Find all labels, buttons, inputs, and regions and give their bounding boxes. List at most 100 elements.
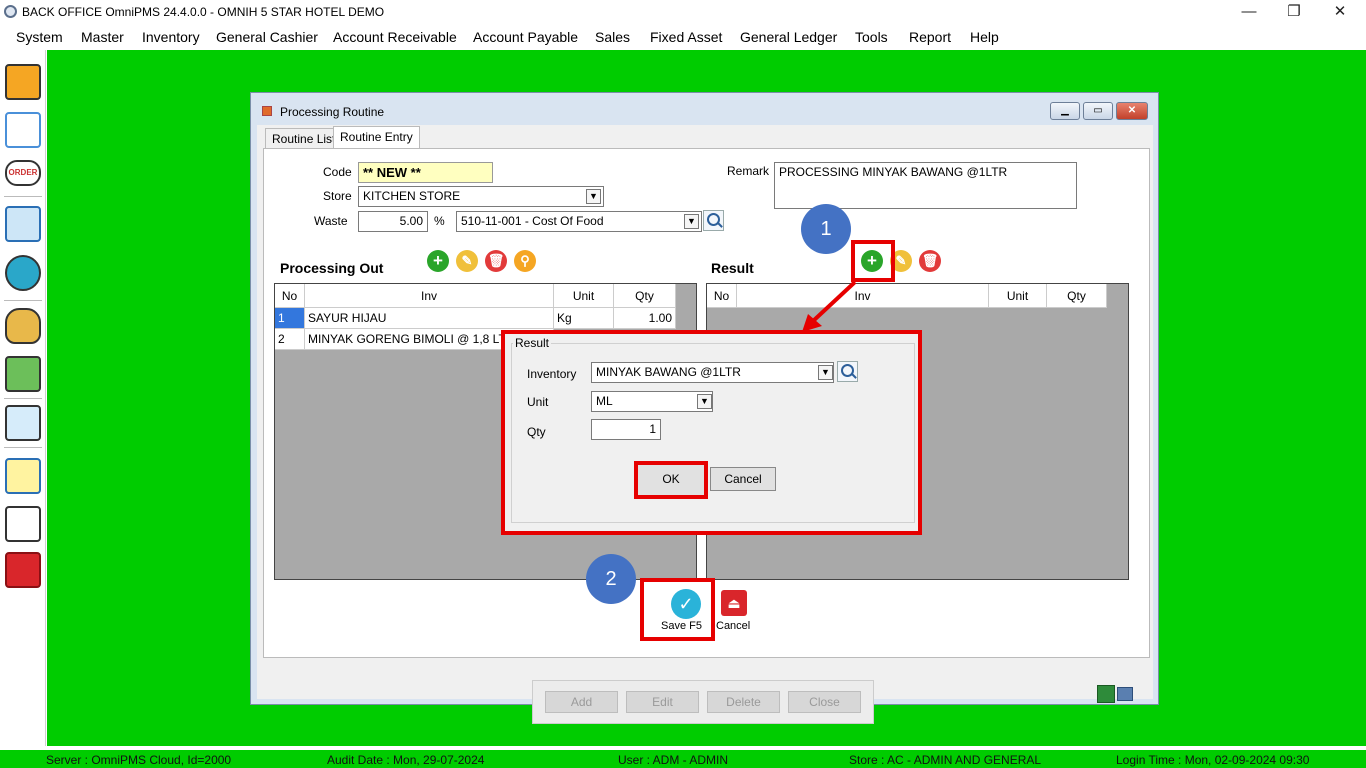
menu-report[interactable]: Report: [909, 29, 951, 45]
delete-result-icon[interactable]: 🗑: [919, 250, 941, 272]
unit-dropdown-icon[interactable]: ▼: [697, 394, 712, 409]
inventory-boxes-icon[interactable]: [5, 64, 41, 100]
shopping-cart-icon[interactable]: [5, 206, 41, 242]
close-button[interactable]: ✕: [1317, 2, 1363, 22]
result-col-inv[interactable]: Inv: [737, 284, 989, 308]
account-search-icon[interactable]: [703, 210, 724, 231]
table-cell[interactable]: SAYUR HIJAU: [305, 308, 554, 329]
close-window-button[interactable]: Close: [788, 691, 861, 713]
edit-out-icon[interactable]: ✎: [456, 250, 478, 272]
ok-button[interactable]: OK: [634, 461, 708, 499]
menu-tools[interactable]: Tools: [855, 29, 888, 45]
sidebar-divider: [4, 447, 42, 448]
edit-button[interactable]: Edit: [626, 691, 699, 713]
tab-routine-entry[interactable]: Routine Entry: [333, 126, 420, 149]
window-icon: [262, 106, 272, 116]
child-minimize-button[interactable]: ▁: [1050, 102, 1080, 120]
checklist-icon[interactable]: [5, 112, 41, 148]
window-title: Processing Routine: [280, 105, 385, 119]
print-icon[interactable]: [1117, 687, 1133, 701]
result-col-unit[interactable]: Unit: [989, 284, 1047, 308]
col-unit[interactable]: Unit: [554, 284, 614, 308]
cashier-icon[interactable]: [5, 255, 41, 291]
minimize-button[interactable]: —: [1226, 2, 1272, 22]
store-dropdown-icon[interactable]: ▼: [586, 189, 601, 204]
waste-field[interactable]: 5.00: [358, 211, 428, 232]
money-bag-icon[interactable]: [5, 308, 41, 344]
menu-account-payable[interactable]: Account Payable: [473, 29, 578, 45]
app-titlebar: BACK OFFICE OmniPMS 24.4.0.0 - OMNIH 5 S…: [0, 0, 1366, 24]
table-row[interactable]: 2: [275, 329, 305, 350]
result-title: Result: [711, 260, 754, 276]
remark-label: Remark: [727, 164, 770, 178]
sidebar-divider: [4, 398, 42, 399]
status-audit-date: Audit Date : Mon, 29-07-2024: [327, 753, 485, 767]
col-inv[interactable]: Inv: [305, 284, 554, 308]
menu-inventory[interactable]: Inventory: [142, 29, 200, 45]
qty-label: Qty: [527, 425, 546, 439]
chart-icon[interactable]: [5, 506, 41, 542]
store-label: Store: [323, 189, 352, 203]
remark-field[interactable]: PROCESSING MINYAK BAWANG @1LTR: [774, 162, 1077, 209]
app-title: BACK OFFICE OmniPMS 24.4.0.0 - OMNIH 5 S…: [22, 5, 385, 19]
menu-account-receivable[interactable]: Account Receivable: [333, 29, 457, 45]
cancel-exit-icon[interactable]: ⏏: [721, 590, 747, 616]
highlight-save: [640, 578, 715, 641]
waste-label: Waste: [314, 214, 348, 228]
status-server: Server : OmniPMS Cloud, Id=2000: [46, 753, 232, 767]
col-no[interactable]: No: [275, 284, 305, 308]
inventory-label: Inventory: [527, 367, 577, 381]
unit-label: Unit: [527, 395, 549, 409]
inventory-search-icon[interactable]: [837, 361, 858, 382]
step-2-bubble: 2: [586, 554, 636, 604]
dialog-cancel-button[interactable]: Cancel: [710, 467, 776, 491]
table-cell[interactable]: 1.00: [614, 308, 676, 329]
menu-help[interactable]: Help: [970, 29, 999, 45]
delete-button[interactable]: Delete: [707, 691, 780, 713]
account-dropdown-icon[interactable]: ▼: [684, 214, 699, 229]
menu-bar: System Master Inventory General Cashier …: [0, 24, 1366, 50]
qty-field[interactable]: 1: [591, 419, 661, 440]
add-out-icon[interactable]: +: [427, 250, 449, 272]
table-row[interactable]: 1: [275, 308, 305, 329]
add-button[interactable]: Add: [545, 691, 618, 713]
menu-sales[interactable]: Sales: [595, 29, 630, 45]
mobile-touch-icon[interactable]: [5, 405, 41, 441]
tab-routine-list[interactable]: Routine List: [265, 128, 343, 149]
exit-icon[interactable]: [5, 552, 41, 588]
menu-general-cashier[interactable]: General Cashier: [216, 29, 318, 45]
unit-select[interactable]: ML: [591, 391, 713, 412]
sidebar-divider: [4, 300, 42, 301]
payment-hand-icon[interactable]: [5, 356, 41, 392]
result-col-qty[interactable]: Qty: [1047, 284, 1107, 308]
status-login-time: Login Time : Mon, 02-09-2024 09:30: [1116, 753, 1310, 767]
report-book-icon[interactable]: [5, 458, 41, 494]
status-bar: Server : OmniPMS Cloud, Id=2000 Audit Da…: [0, 748, 1366, 768]
result-dialog: Result Inventory MINYAK BAWANG @1LTR ▼ U…: [501, 330, 922, 535]
menu-general-ledger[interactable]: General Ledger: [740, 29, 837, 45]
result-col-no[interactable]: No: [707, 284, 737, 308]
code-field[interactable]: ** NEW **: [358, 162, 493, 183]
child-close-button[interactable]: ✕: [1116, 102, 1148, 120]
child-maximize-button[interactable]: ▭: [1083, 102, 1113, 120]
menu-master[interactable]: Master: [81, 29, 124, 45]
col-qty[interactable]: Qty: [614, 284, 676, 308]
inventory-select[interactable]: MINYAK BAWANG @1LTR: [591, 362, 834, 383]
order-icon[interactable]: ORDER: [5, 160, 41, 186]
restore-button[interactable]: ❐: [1271, 2, 1317, 22]
delete-out-icon[interactable]: 🗑: [485, 250, 507, 272]
store-select[interactable]: KITCHEN STORE: [358, 186, 604, 207]
processing-out-title: Processing Out: [280, 260, 384, 276]
excel-export-icon[interactable]: [1097, 685, 1115, 703]
table-cell[interactable]: Kg: [554, 308, 614, 329]
account-select[interactable]: 510-11-001 - Cost Of Food: [456, 211, 702, 232]
step-1-bubble: 1: [801, 204, 851, 254]
menu-system[interactable]: System: [16, 29, 63, 45]
menu-fixed-asset[interactable]: Fixed Asset: [650, 29, 722, 45]
bottom-button-bar: Add Edit Delete Close: [532, 680, 874, 724]
inventory-dropdown-icon[interactable]: ▼: [818, 365, 833, 380]
dialog-group-title: Result: [513, 336, 552, 350]
cancel-button[interactable]: Cancel: [716, 620, 750, 632]
highlight-add-result: [851, 240, 895, 282]
search-out-icon[interactable]: ⚲: [514, 250, 536, 272]
